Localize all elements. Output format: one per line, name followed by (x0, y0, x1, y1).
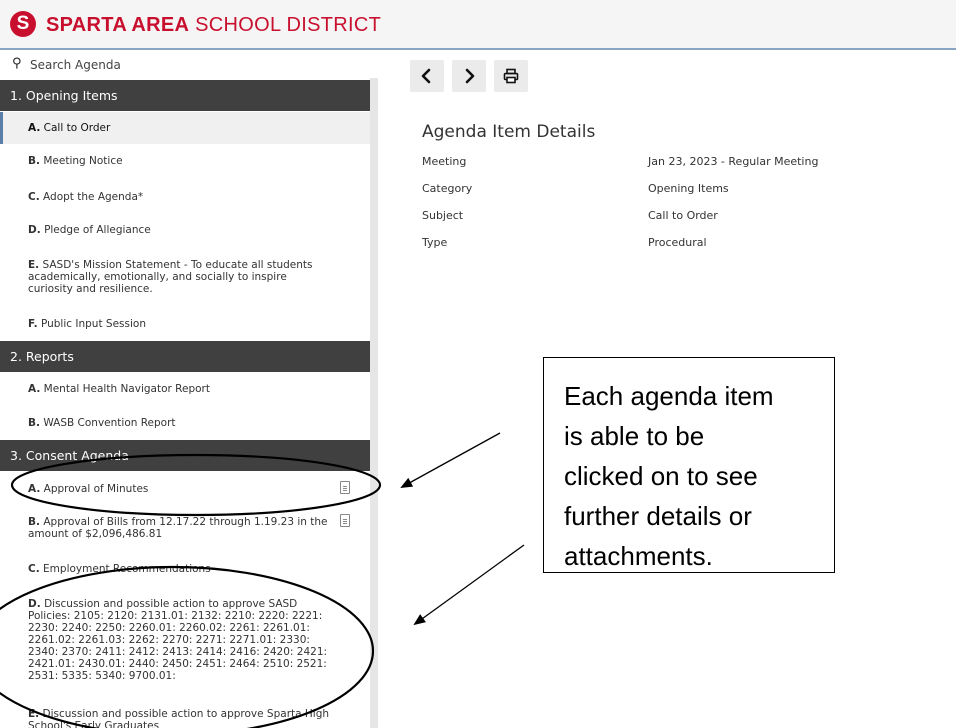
item-key: B. (28, 155, 40, 167)
app-header: S SPARTA AREA SCHOOL DISTRICT (0, 0, 956, 50)
item-label: Call to Order (43, 122, 111, 134)
item-key: B. (28, 417, 40, 429)
agenda-item-public-input[interactable]: F. Public Input Session (0, 318, 370, 330)
print-icon (503, 68, 519, 84)
detail-label-category: Category (422, 182, 473, 195)
item-key: D. (28, 598, 41, 610)
callout-line: further details or (564, 501, 752, 531)
document-icon[interactable] (340, 481, 350, 494)
detail-value-meeting: Jan 23, 2023 - Regular Meeting (648, 155, 819, 168)
agenda-item-meeting-notice[interactable]: B. Meeting Notice (0, 155, 370, 167)
agenda-sidebar: ⚲ 1. Opening Items A. Call to Order B. M… (0, 52, 370, 728)
item-key: A. (28, 383, 41, 395)
item-label: Approval of Minutes (43, 483, 149, 495)
agenda-item-pledge[interactable]: D. Pledge of Allegiance (0, 224, 370, 236)
agenda-item-early-graduates[interactable]: E. Discussion and possible action to app… (0, 708, 370, 728)
agenda-item-employment[interactable]: C. Employment Recommendations (0, 563, 370, 575)
district-name-rest: SCHOOL DISTRICT (195, 14, 382, 36)
agenda-item-adopt-agenda[interactable]: C. Adopt the Agenda* (0, 191, 370, 203)
detail-label-meeting: Meeting (422, 155, 467, 168)
search-bar: ⚲ (0, 52, 370, 78)
item-key: A. (28, 122, 41, 134)
item-label: Adopt the Agenda* (43, 191, 144, 203)
search-input[interactable] (30, 56, 360, 74)
item-label: Pledge of Allegiance (44, 224, 151, 236)
search-icon[interactable]: ⚲ (12, 57, 22, 71)
item-key: A. (28, 483, 41, 495)
detail-value-subject: Call to Order (648, 209, 718, 222)
detail-label-type: Type (422, 236, 448, 249)
item-key: B. (28, 516, 40, 528)
callout-line: Each agenda item (564, 381, 774, 411)
agenda-item-approval-bills[interactable]: B. Approval of Bills from 12.17.22 throu… (0, 514, 370, 540)
sidebar-scrollbar[interactable] (370, 78, 378, 728)
item-label: Mental Health Navigator Report (43, 383, 210, 395)
agenda-item-mission-statement[interactable]: E. SASD's Mission Statement - To educate… (0, 259, 370, 295)
item-key: C. (28, 563, 40, 575)
section-header-opening-items[interactable]: 1. Opening Items (0, 80, 370, 111)
previous-item-button[interactable] (410, 60, 444, 92)
annotation-callout: Each agenda item is able to be clicked o… (543, 357, 835, 573)
annotation-arrow-upper (400, 432, 501, 488)
item-label: SASD's Mission Statement - To educate al… (28, 259, 313, 295)
annotation-arrow-lower (413, 544, 525, 626)
callout-line: is able to be (564, 421, 705, 451)
chevron-left-icon (421, 68, 431, 84)
item-key: F. (28, 318, 38, 330)
chevron-right-icon (465, 68, 475, 84)
agenda-item-mental-health-report[interactable]: A. Mental Health Navigator Report (0, 383, 370, 395)
section-header-reports[interactable]: 2. Reports (0, 341, 370, 372)
agenda-item-wasb-report[interactable]: B. WASB Convention Report (0, 417, 370, 429)
agenda-item-approval-minutes[interactable]: A. Approval of Minutes (0, 481, 370, 495)
detail-value-type: Procedural (648, 236, 707, 249)
item-label: Discussion and possible action to approv… (28, 708, 330, 728)
details-title: Agenda Item Details (422, 122, 596, 142)
next-item-button[interactable] (452, 60, 486, 92)
item-key: E. (28, 259, 40, 271)
item-key: D. (28, 224, 41, 236)
section-header-consent-agenda[interactable]: 3. Consent Agenda (0, 440, 370, 471)
item-key: E. (28, 708, 40, 720)
item-label: Approval of Bills from 12.17.22 through … (28, 516, 328, 540)
district-name-bold: SPARTA AREA (46, 14, 190, 36)
item-key: C. (28, 191, 40, 203)
item-label: Discussion and possible action to approv… (28, 598, 328, 682)
print-button[interactable] (494, 60, 528, 92)
document-icon[interactable] (340, 514, 350, 527)
district-logo[interactable]: S (10, 11, 36, 37)
item-label: Meeting Notice (43, 155, 123, 167)
item-label: Public Input Session (40, 318, 146, 330)
agenda-item-policies[interactable]: D. Discussion and possible action to app… (0, 598, 370, 682)
district-name[interactable]: SPARTA AREA SCHOOL DISTRICT (46, 14, 381, 36)
callout-line: attachments. (564, 541, 713, 571)
callout-line: clicked on to see (564, 461, 758, 491)
detail-label-subject: Subject (422, 209, 464, 222)
detail-value-category: Opening Items (648, 182, 729, 195)
item-label: Employment Recommendations (43, 563, 211, 575)
agenda-item-call-to-order[interactable]: A. Call to Order (0, 112, 370, 144)
item-label: WASB Convention Report (43, 417, 176, 429)
